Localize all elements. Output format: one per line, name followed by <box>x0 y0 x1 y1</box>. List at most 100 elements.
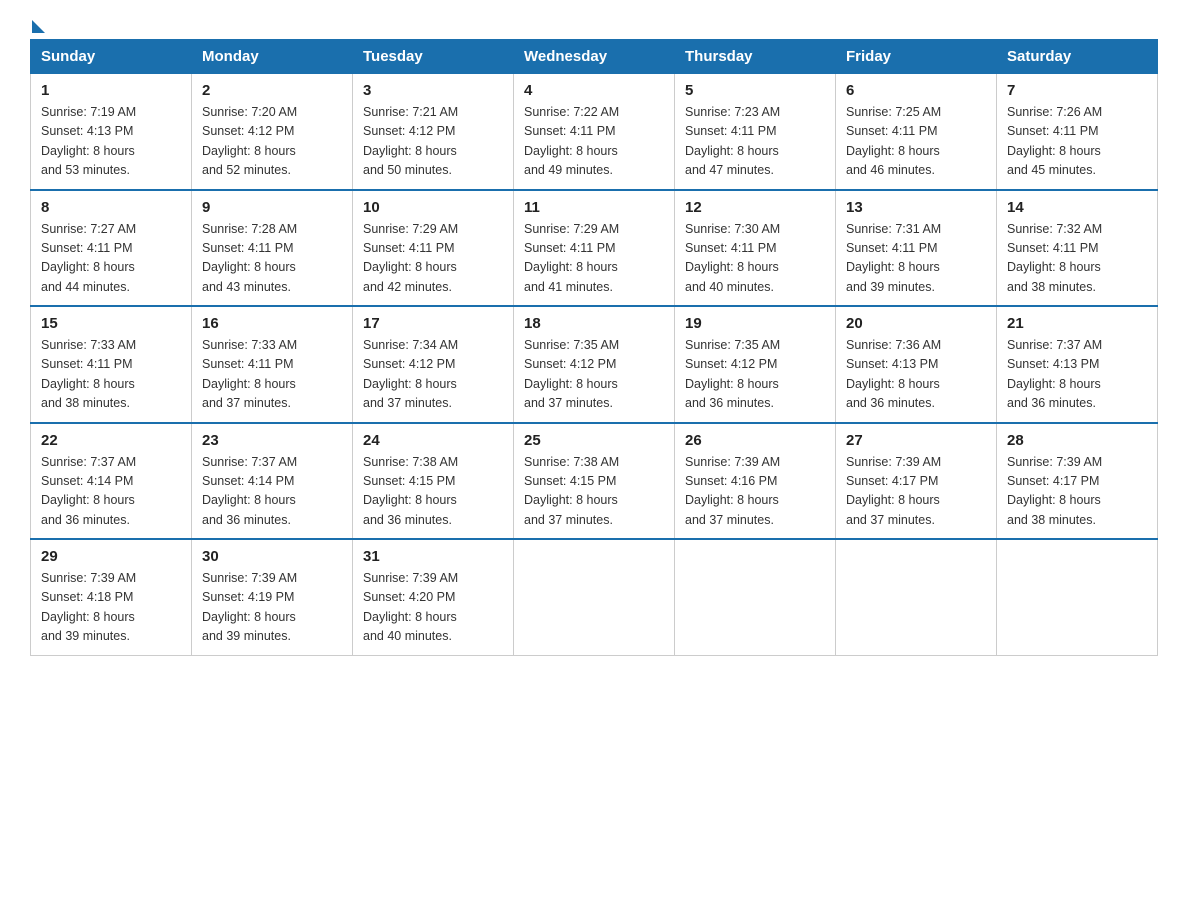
calendar-cell: 5 Sunrise: 7:23 AMSunset: 4:11 PMDaylight… <box>675 74 836 190</box>
day-info: Sunrise: 7:38 AMSunset: 4:15 PMDaylight:… <box>524 453 664 531</box>
day-info: Sunrise: 7:31 AMSunset: 4:11 PMDaylight:… <box>846 220 986 298</box>
day-info: Sunrise: 7:20 AMSunset: 4:12 PMDaylight:… <box>202 103 342 181</box>
calendar-cell: 26Sunrise: 7:39 AMSunset: 4:16 PMDayligh… <box>675 423 836 540</box>
day-info: Sunrise: 7:39 AMSunset: 4:18 PMDaylight:… <box>41 569 181 647</box>
calendar-week-row: 1 Sunrise: 7:19 AMSunset: 4:13 PMDaylight… <box>31 74 1158 190</box>
day-info: Sunrise: 7:39 AMSunset: 4:17 PMDaylight:… <box>1007 453 1147 531</box>
day-number: 7 <box>1007 82 1147 99</box>
day-info: Sunrise: 7:39 AMSunset: 4:19 PMDaylight:… <box>202 569 342 647</box>
header-tuesday: Tuesday <box>353 40 514 74</box>
calendar-cell: 15Sunrise: 7:33 AMSunset: 4:11 PMDayligh… <box>31 306 192 423</box>
calendar-cell: 13Sunrise: 7:31 AMSunset: 4:11 PMDayligh… <box>836 190 997 307</box>
calendar-cell: 9 Sunrise: 7:28 AMSunset: 4:11 PMDaylight… <box>192 190 353 307</box>
calendar-cell: 24 Sunrise: 7:38 AMSunset: 4:15 PMDayligh… <box>353 423 514 540</box>
day-info: Sunrise: 7:36 AMSunset: 4:13 PMDaylight:… <box>846 336 986 414</box>
logo <box>30 20 47 29</box>
day-info: Sunrise: 7:37 AMSunset: 4:14 PMDaylight:… <box>41 453 181 531</box>
calendar-cell <box>675 539 836 655</box>
day-info: Sunrise: 7:37 AMSunset: 4:14 PMDaylight:… <box>202 453 342 531</box>
calendar-cell: 18 Sunrise: 7:35 AMSunset: 4:12 PMDayligh… <box>514 306 675 423</box>
calendar-cell: 29Sunrise: 7:39 AMSunset: 4:18 PMDayligh… <box>31 539 192 655</box>
day-info: Sunrise: 7:34 AMSunset: 4:12 PMDaylight:… <box>363 336 503 414</box>
day-info: Sunrise: 7:33 AMSunset: 4:11 PMDaylight:… <box>202 336 342 414</box>
calendar-week-row: 15Sunrise: 7:33 AMSunset: 4:11 PMDayligh… <box>31 306 1158 423</box>
day-info: Sunrise: 7:21 AMSunset: 4:12 PMDaylight:… <box>363 103 503 181</box>
day-number: 12 <box>685 199 825 216</box>
header-thursday: Thursday <box>675 40 836 74</box>
day-info: Sunrise: 7:29 AMSunset: 4:11 PMDaylight:… <box>363 220 503 298</box>
calendar-cell: 23 Sunrise: 7:37 AMSunset: 4:14 PMDayligh… <box>192 423 353 540</box>
day-number: 3 <box>363 82 503 99</box>
day-number: 10 <box>363 199 503 216</box>
day-info: Sunrise: 7:37 AMSunset: 4:13 PMDaylight:… <box>1007 336 1147 414</box>
calendar-cell: 7 Sunrise: 7:26 AMSunset: 4:11 PMDaylight… <box>997 74 1158 190</box>
calendar-cell: 4 Sunrise: 7:22 AMSunset: 4:11 PMDaylight… <box>514 74 675 190</box>
calendar-cell: 30 Sunrise: 7:39 AMSunset: 4:19 PMDayligh… <box>192 539 353 655</box>
day-info: Sunrise: 7:27 AMSunset: 4:11 PMDaylight:… <box>41 220 181 298</box>
day-number: 28 <box>1007 432 1147 449</box>
calendar-week-row: 29Sunrise: 7:39 AMSunset: 4:18 PMDayligh… <box>31 539 1158 655</box>
calendar-cell: 6 Sunrise: 7:25 AMSunset: 4:11 PMDaylight… <box>836 74 997 190</box>
header-saturday: Saturday <box>997 40 1158 74</box>
day-info: Sunrise: 7:39 AMSunset: 4:16 PMDaylight:… <box>685 453 825 531</box>
day-info: Sunrise: 7:22 AMSunset: 4:11 PMDaylight:… <box>524 103 664 181</box>
day-number: 5 <box>685 82 825 99</box>
day-number: 20 <box>846 315 986 332</box>
day-number: 4 <box>524 82 664 99</box>
calendar-cell: 19 Sunrise: 7:35 AMSunset: 4:12 PMDayligh… <box>675 306 836 423</box>
calendar-cell: 1 Sunrise: 7:19 AMSunset: 4:13 PMDaylight… <box>31 74 192 190</box>
day-number: 6 <box>846 82 986 99</box>
header-friday: Friday <box>836 40 997 74</box>
calendar-cell: 12Sunrise: 7:30 AMSunset: 4:11 PMDayligh… <box>675 190 836 307</box>
day-number: 27 <box>846 432 986 449</box>
calendar-cell <box>836 539 997 655</box>
day-number: 31 <box>363 548 503 565</box>
day-number: 14 <box>1007 199 1147 216</box>
calendar-cell: 11Sunrise: 7:29 AMSunset: 4:11 PMDayligh… <box>514 190 675 307</box>
day-number: 11 <box>524 199 664 216</box>
calendar-cell: 21 Sunrise: 7:37 AMSunset: 4:13 PMDayligh… <box>997 306 1158 423</box>
day-info: Sunrise: 7:35 AMSunset: 4:12 PMDaylight:… <box>524 336 664 414</box>
calendar-cell <box>997 539 1158 655</box>
day-info: Sunrise: 7:33 AMSunset: 4:11 PMDaylight:… <box>41 336 181 414</box>
calendar-cell: 27Sunrise: 7:39 AMSunset: 4:17 PMDayligh… <box>836 423 997 540</box>
calendar-cell: 3 Sunrise: 7:21 AMSunset: 4:12 PMDaylight… <box>353 74 514 190</box>
day-number: 25 <box>524 432 664 449</box>
day-number: 24 <box>363 432 503 449</box>
calendar-week-row: 8 Sunrise: 7:27 AMSunset: 4:11 PMDaylight… <box>31 190 1158 307</box>
calendar-cell: 16 Sunrise: 7:33 AMSunset: 4:11 PMDayligh… <box>192 306 353 423</box>
logo-triangle-icon <box>32 20 45 33</box>
day-info: Sunrise: 7:23 AMSunset: 4:11 PMDaylight:… <box>685 103 825 181</box>
day-info: Sunrise: 7:32 AMSunset: 4:11 PMDaylight:… <box>1007 220 1147 298</box>
day-number: 23 <box>202 432 342 449</box>
day-info: Sunrise: 7:26 AMSunset: 4:11 PMDaylight:… <box>1007 103 1147 181</box>
day-number: 2 <box>202 82 342 99</box>
day-number: 17 <box>363 315 503 332</box>
day-number: 9 <box>202 199 342 216</box>
calendar-cell: 25 Sunrise: 7:38 AMSunset: 4:15 PMDayligh… <box>514 423 675 540</box>
calendar-cell: 8 Sunrise: 7:27 AMSunset: 4:11 PMDaylight… <box>31 190 192 307</box>
day-info: Sunrise: 7:25 AMSunset: 4:11 PMDaylight:… <box>846 103 986 181</box>
day-info: Sunrise: 7:35 AMSunset: 4:12 PMDaylight:… <box>685 336 825 414</box>
day-number: 21 <box>1007 315 1147 332</box>
calendar-cell <box>514 539 675 655</box>
header-monday: Monday <box>192 40 353 74</box>
page-header <box>30 20 1158 29</box>
day-number: 19 <box>685 315 825 332</box>
day-info: Sunrise: 7:19 AMSunset: 4:13 PMDaylight:… <box>41 103 181 181</box>
day-number: 8 <box>41 199 181 216</box>
day-number: 30 <box>202 548 342 565</box>
logo-text <box>30 20 47 33</box>
calendar-table: SundayMondayTuesdayWednesdayThursdayFrid… <box>30 39 1158 656</box>
calendar-cell: 14 Sunrise: 7:32 AMSunset: 4:11 PMDayligh… <box>997 190 1158 307</box>
day-info: Sunrise: 7:38 AMSunset: 4:15 PMDaylight:… <box>363 453 503 531</box>
day-number: 1 <box>41 82 181 99</box>
calendar-cell: 17 Sunrise: 7:34 AMSunset: 4:12 PMDayligh… <box>353 306 514 423</box>
day-info: Sunrise: 7:28 AMSunset: 4:11 PMDaylight:… <box>202 220 342 298</box>
calendar-cell: 31Sunrise: 7:39 AMSunset: 4:20 PMDayligh… <box>353 539 514 655</box>
calendar-cell: 28 Sunrise: 7:39 AMSunset: 4:17 PMDayligh… <box>997 423 1158 540</box>
day-number: 18 <box>524 315 664 332</box>
calendar-header-row: SundayMondayTuesdayWednesdayThursdayFrid… <box>31 40 1158 74</box>
day-number: 16 <box>202 315 342 332</box>
calendar-cell: 22Sunrise: 7:37 AMSunset: 4:14 PMDayligh… <box>31 423 192 540</box>
